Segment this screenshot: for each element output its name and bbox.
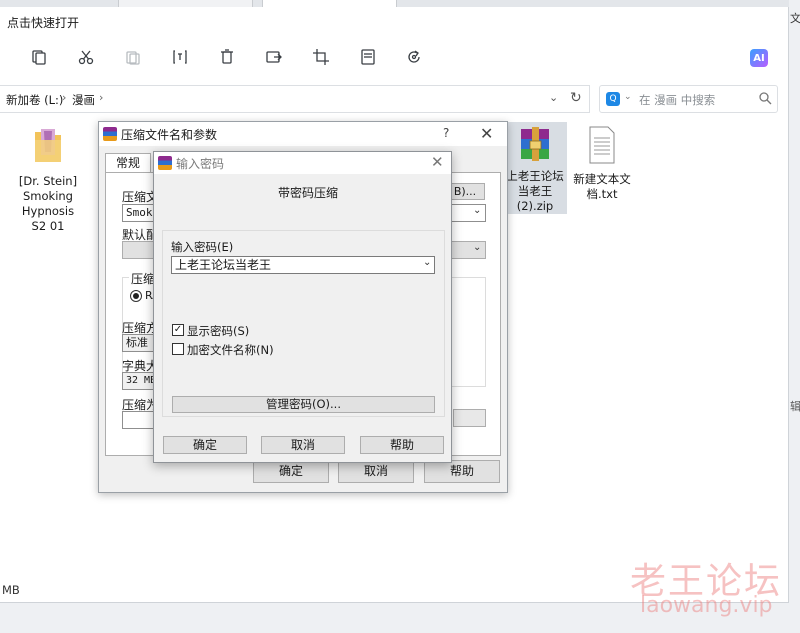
status-bar-size: MB bbox=[2, 583, 20, 597]
breadcrumb-drive[interactable]: 新加卷 (L:) bbox=[6, 92, 63, 108]
chevron-down-icon[interactable]: ⌄ bbox=[423, 257, 431, 268]
help-button[interactable]: 帮助 bbox=[424, 460, 500, 483]
dialog-titlebar[interactable]: 压缩文件名和参数 ? ✕ bbox=[99, 122, 507, 146]
file-item-folder[interactable]: [Dr. Stein] Smoking Hypnosis S2 01 bbox=[16, 126, 80, 234]
chevron-down-icon[interactable]: ⌄ bbox=[624, 92, 632, 102]
enter-password-dialog: 输入密码 ✕ 带密码压缩 输入密码(E) 上老王论坛当老王 ⌄ ✓ 显示密码(S… bbox=[153, 151, 452, 463]
tab-active[interactable] bbox=[262, 0, 397, 7]
chevron-right-icon: › bbox=[62, 91, 67, 104]
method-combo[interactable]: 标准 bbox=[122, 334, 154, 352]
search-input[interactable]: Q ⌄ 在 漫画 中搜索 bbox=[599, 85, 778, 113]
ok-button[interactable]: 确定 bbox=[253, 460, 329, 483]
tab-general[interactable]: 常规 bbox=[105, 153, 151, 173]
cancel-button[interactable]: 取消 bbox=[338, 460, 414, 483]
show-password-checkbox[interactable]: ✓ bbox=[172, 324, 184, 336]
share-icon[interactable] bbox=[263, 46, 285, 68]
watermark-url: laowang.vip bbox=[640, 593, 773, 618]
password-input[interactable]: 上老王论坛当老王 bbox=[171, 256, 435, 274]
delete-icon[interactable] bbox=[216, 46, 238, 68]
dialog-heading: 带密码压缩 bbox=[278, 186, 339, 200]
winrar-icon bbox=[158, 156, 172, 170]
tab-inactive[interactable] bbox=[118, 0, 253, 7]
close-icon[interactable]: ✕ bbox=[480, 124, 493, 143]
edge-text: 文 bbox=[790, 12, 800, 25]
search-engine-icon[interactable]: Q bbox=[606, 92, 620, 106]
file-item-text[interactable]: 新建文本文档.txt bbox=[570, 126, 634, 202]
chevron-down-icon[interactable]: ⌄ bbox=[473, 242, 481, 253]
manage-passwords-button[interactable]: 管理密码(O)... bbox=[172, 396, 435, 413]
save-icon[interactable] bbox=[357, 46, 379, 68]
dictionary-combo[interactable]: 32 MB bbox=[122, 372, 154, 390]
cancel-button[interactable]: 取消 bbox=[261, 436, 345, 454]
ai-assistant-button[interactable]: AI bbox=[750, 49, 768, 67]
chevron-down-icon[interactable]: ⌄ bbox=[473, 205, 481, 216]
file-name: 上老王论坛当老王 (2).zip bbox=[506, 169, 564, 213]
winrar-archive-icon bbox=[521, 127, 549, 161]
dialog-titlebar[interactable]: 输入密码 ✕ bbox=[154, 152, 451, 174]
crop-icon[interactable] bbox=[310, 46, 332, 68]
rotate-icon[interactable] bbox=[403, 46, 425, 68]
encrypt-names-label: 加密文件名称(N) bbox=[187, 343, 274, 357]
dialog-title: 输入密码 bbox=[176, 157, 225, 171]
ok-button[interactable]: 确定 bbox=[163, 436, 247, 454]
file-name: [Dr. Stein] Smoking Hypnosis S2 01 bbox=[18, 174, 78, 233]
winrar-icon bbox=[103, 127, 117, 141]
quick-access-label[interactable]: 点击快速打开 bbox=[7, 14, 79, 31]
edge-text: 辑 bbox=[790, 400, 800, 413]
cut-icon[interactable] bbox=[75, 46, 97, 68]
search-placeholder: 在 漫画 中搜索 bbox=[639, 93, 716, 107]
enter-password-label: 输入密码(E) bbox=[171, 240, 234, 254]
chevron-right-icon: › bbox=[99, 91, 104, 104]
tab-strip bbox=[0, 0, 789, 7]
show-password-label: 显示密码(S) bbox=[187, 324, 250, 338]
help-icon[interactable]: ? bbox=[443, 126, 449, 140]
chevron-down-icon[interactable]: ⌄ bbox=[549, 91, 558, 104]
split-field[interactable] bbox=[122, 411, 154, 429]
text-document-icon bbox=[589, 126, 615, 164]
format-radio[interactable] bbox=[130, 290, 142, 302]
breadcrumb-folder[interactable]: 漫画 bbox=[72, 92, 95, 108]
folder-icon bbox=[35, 129, 61, 162]
address-bar[interactable]: 新加卷 (L:) › 漫画 › ⌄ ↻ bbox=[0, 85, 590, 113]
file-item-zip[interactable]: 上老王论坛当老王 (2).zip bbox=[503, 122, 567, 214]
close-icon[interactable]: ✕ bbox=[431, 153, 444, 171]
file-name: 新建文本文档.txt bbox=[573, 172, 631, 201]
paste-icon[interactable] bbox=[122, 46, 144, 68]
search-icon[interactable] bbox=[758, 91, 772, 108]
dialog-title: 压缩文件名和参数 bbox=[121, 128, 218, 142]
refresh-icon[interactable]: ↻ bbox=[570, 90, 582, 106]
help-button[interactable]: 帮助 bbox=[360, 436, 444, 454]
copy-icon[interactable] bbox=[28, 46, 50, 68]
encrypt-names-checkbox[interactable] bbox=[172, 343, 184, 355]
rename-icon[interactable] bbox=[169, 46, 191, 68]
split-unit-combo[interactable] bbox=[453, 409, 486, 427]
